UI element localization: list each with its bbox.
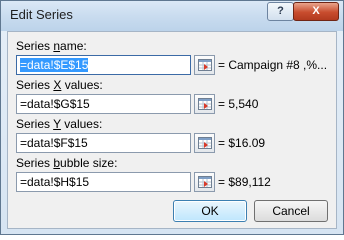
help-button[interactable]: ? (267, 2, 294, 21)
dialog-body: Series name: =data!$E$15 = Campaign #8 ,… (7, 31, 337, 229)
series-y-values-preview: = $16.09 (218, 136, 266, 150)
series-bubble-size-preview: = $89,112 (218, 175, 271, 189)
series-bubble-size-input[interactable]: =data!$H$15 (16, 172, 191, 192)
series-name-collapse-button[interactable] (194, 55, 215, 75)
series-y-values-collapse-button[interactable] (194, 133, 215, 153)
series-bubble-size-collapse-button[interactable] (194, 172, 215, 192)
dialog-title: Edit Series (10, 7, 73, 22)
series-x-values-preview: = 5,540 (218, 97, 259, 111)
cancel-button[interactable]: Cancel (254, 200, 328, 222)
range-picker-icon (198, 176, 212, 188)
edit-series-dialog: Edit Series ? X Series name: =data!$E$15… (0, 0, 344, 235)
series-name-label: Series name: (16, 39, 87, 53)
range-picker-icon (198, 59, 212, 71)
ok-button[interactable]: OK (173, 200, 247, 222)
close-button[interactable]: X (293, 2, 339, 21)
series-y-values-input[interactable]: =data!$F$15 (16, 133, 191, 153)
series-x-values-label: Series X values: (16, 78, 103, 92)
range-picker-icon (198, 98, 212, 110)
title-bar[interactable]: Edit Series ? X (1, 1, 343, 31)
series-y-values-label: Series Y values: (16, 117, 103, 131)
series-x-values-collapse-button[interactable] (194, 94, 215, 114)
series-bubble-size-label: Series bubble size: (16, 156, 118, 170)
series-name-input[interactable]: =data!$E$15 (16, 55, 191, 75)
series-x-values-input[interactable]: =data!$G$15 (16, 94, 191, 114)
range-picker-icon (198, 137, 212, 149)
selected-text: =data!$E$15 (20, 58, 89, 72)
series-name-preview: = Campaign #8 ,%... (218, 58, 328, 72)
